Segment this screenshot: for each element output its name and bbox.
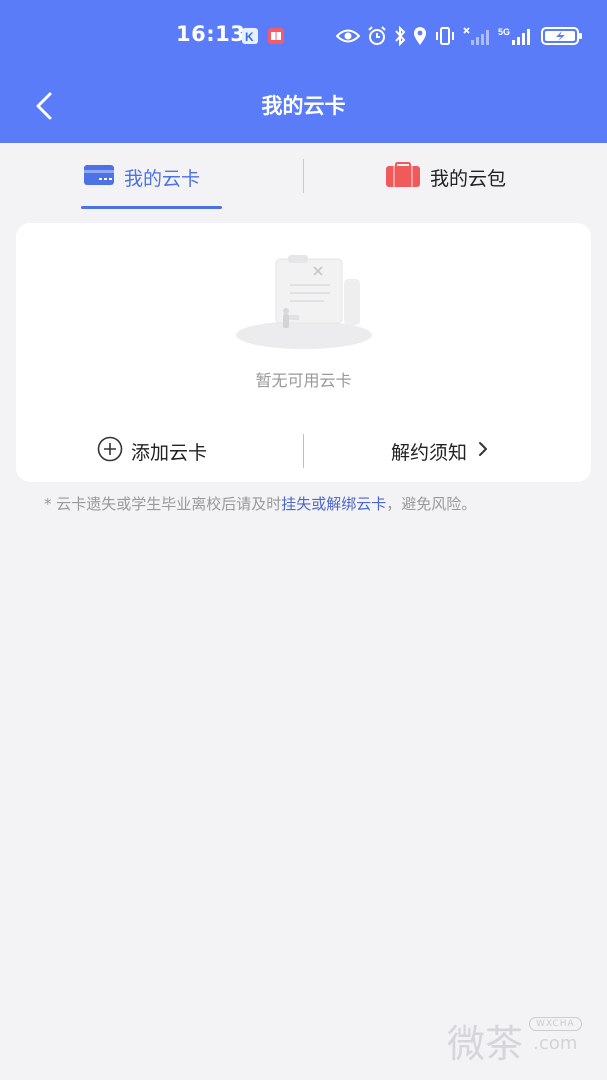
watermark: 微茶 WXCHA .com: [447, 1013, 582, 1068]
card-icon: [83, 163, 115, 192]
watermark-right: WXCHA .com: [529, 1013, 582, 1054]
tab-my-cloud-wallet[interactable]: 我的云包: [385, 157, 506, 197]
chevron-right-icon: [475, 439, 491, 464]
tab-active-indicator: [81, 206, 222, 209]
tab-label: 我的云包: [430, 167, 507, 190]
watermark-text: 微茶: [447, 1022, 524, 1066]
tab-bar: 我的云卡 我的云包: [0, 143, 607, 213]
page-title: 我的云卡: [261, 94, 346, 118]
svg-text:K: K: [245, 30, 254, 44]
plus-circle-icon: [97, 436, 123, 467]
network-type-label: 5G: [498, 27, 510, 37]
empty-state-text: 暂无可用云卡: [255, 371, 352, 390]
status-bar: 16:13 K 5G: [0, 0, 607, 74]
k-app-icon: K: [242, 28, 258, 44]
watermark-badge: WXCHA: [529, 1017, 582, 1031]
status-icons: 5G: [336, 26, 583, 46]
wifi-off-signal-icon: [463, 26, 491, 46]
notice-suffix: ，避免风险。: [386, 495, 477, 513]
eye-icon: [336, 28, 360, 44]
bluetooth-icon: [394, 26, 406, 46]
risk-notice: * 云卡遗失或学生毕业离校后请及时挂失或解绑云卡，避免风险。: [44, 493, 476, 514]
cancellation-notice-link[interactable]: 解约须知: [391, 435, 491, 467]
empty-state-illustration: [234, 253, 394, 357]
watermark-domain: .com: [533, 1033, 578, 1054]
action-divider: [303, 434, 304, 468]
add-cloud-card-label: 添加云卡: [131, 441, 208, 464]
header: 16:13 K 5G 我的云卡: [0, 0, 607, 143]
add-cloud-card-button[interactable]: 添加云卡: [97, 435, 207, 467]
tab-label: 我的云卡: [124, 167, 201, 190]
signal-icon: 5G: [498, 26, 534, 46]
book-app-icon: [268, 28, 284, 44]
tab-divider: [303, 159, 304, 193]
alarm-icon: [367, 26, 387, 46]
status-time: 16:13: [176, 22, 246, 46]
nav-bar: 我的云卡: [0, 74, 607, 136]
location-icon: [413, 26, 427, 46]
report-loss-unbind-link[interactable]: 挂失或解绑云卡: [281, 495, 386, 513]
wallet-icon: [385, 161, 421, 193]
cancellation-notice-label: 解约须知: [391, 441, 468, 464]
battery-charging-icon: [541, 26, 583, 46]
vibrate-icon: [434, 26, 456, 46]
tab-my-cloud-card[interactable]: 我的云卡: [83, 157, 200, 197]
cloud-card-panel: 暂无可用云卡 添加云卡 解约须知: [16, 223, 591, 482]
notice-prefix: * 云卡遗失或学生毕业离校后请及时: [44, 495, 282, 513]
